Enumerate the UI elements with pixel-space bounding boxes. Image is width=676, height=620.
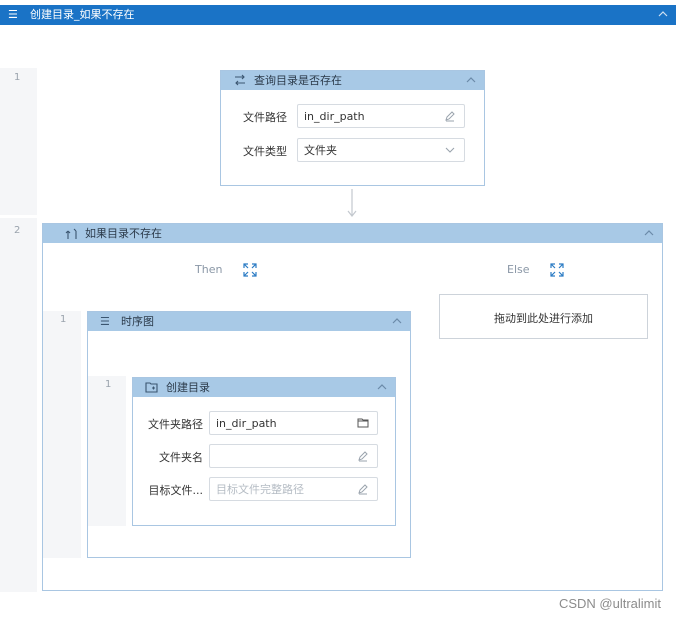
new-folder-icon (145, 382, 158, 393)
collapse-chevron-icon[interactable] (375, 380, 389, 394)
folder-path-input[interactable]: in_dir_path (209, 411, 378, 435)
target-file-input[interactable]: 目标文件完整路径 (209, 477, 378, 501)
flow-title: 创建目录_如果不存在 (30, 8, 135, 21)
card-title: 时序图 (121, 315, 154, 328)
flow-title-bar: ☰ 创建目录_如果不存在 (0, 5, 676, 25)
seq-row-gutter (88, 376, 126, 526)
seq-row-number-1: 1 (105, 379, 112, 390)
target-file-label: 目标文件... (148, 484, 204, 497)
file-type-select[interactable]: 文件夹 (297, 138, 465, 162)
watermark: CSDN @ultralimit (558, 596, 661, 611)
card-title: 创建目录 (166, 381, 210, 394)
edit-icon[interactable] (444, 110, 456, 122)
expand-else-icon[interactable] (550, 263, 564, 277)
folder-icon[interactable] (357, 417, 369, 429)
chevron-down-icon[interactable] (444, 144, 456, 156)
query-dir-exists-card[interactable]: 查询目录是否存在 文件路径 in_dir_path 文件类型 文件夹 (220, 70, 485, 186)
sequence-icon: ☰ (100, 315, 110, 328)
flow-connector-arrow (347, 189, 357, 217)
card-header[interactable]: 如果目录不存在 (43, 224, 662, 243)
card-header[interactable]: 查询目录是否存在 (221, 71, 484, 90)
row-number-2: 2 (14, 225, 21, 236)
drop-hint-text: 拖动到此处进行添加 (494, 312, 593, 325)
else-label: Else (507, 263, 530, 276)
collapse-chevron-icon[interactable] (390, 314, 404, 328)
row-gutter-1 (0, 68, 37, 215)
file-path-input[interactable]: in_dir_path (297, 104, 465, 128)
file-path-label: 文件路径 (243, 111, 287, 124)
then-row-gutter (43, 311, 81, 558)
file-type-value: 文件夹 (304, 144, 337, 157)
collapse-chevron-icon[interactable] (464, 73, 478, 87)
folder-name-input[interactable] (209, 444, 378, 468)
create-dir-card[interactable]: 创建目录 文件夹路径 in_dir_path 文件夹名 目标文件... 目标文件… (132, 377, 396, 526)
then-label: Then (195, 263, 223, 276)
target-file-placeholder: 目标文件完整路径 (216, 483, 304, 496)
edit-icon[interactable] (357, 450, 369, 462)
card-title: 查询目录是否存在 (254, 74, 342, 87)
file-type-label: 文件类型 (243, 145, 287, 158)
collapse-chevron-icon[interactable] (656, 7, 670, 21)
branch-icon (65, 228, 77, 239)
card-title: 如果目录不存在 (85, 227, 162, 240)
row-number-1: 1 (14, 72, 21, 83)
file-path-value: in_dir_path (304, 110, 365, 123)
then-row-number-1: 1 (60, 314, 67, 325)
card-header[interactable]: ☰ 时序图 (88, 312, 410, 331)
expand-then-icon[interactable] (243, 263, 257, 277)
folder-name-label: 文件夹名 (159, 451, 203, 464)
edit-icon[interactable] (357, 483, 369, 495)
collapse-chevron-icon[interactable] (642, 226, 656, 240)
else-drop-zone[interactable]: 拖动到此处进行添加 (439, 294, 648, 339)
folder-path-label: 文件夹路径 (148, 418, 203, 431)
row-gutter-2 (0, 218, 37, 592)
sequence-icon: ☰ (8, 8, 18, 21)
card-header[interactable]: 创建目录 (133, 378, 395, 397)
query-icon (235, 74, 245, 86)
folder-path-value: in_dir_path (216, 417, 277, 430)
